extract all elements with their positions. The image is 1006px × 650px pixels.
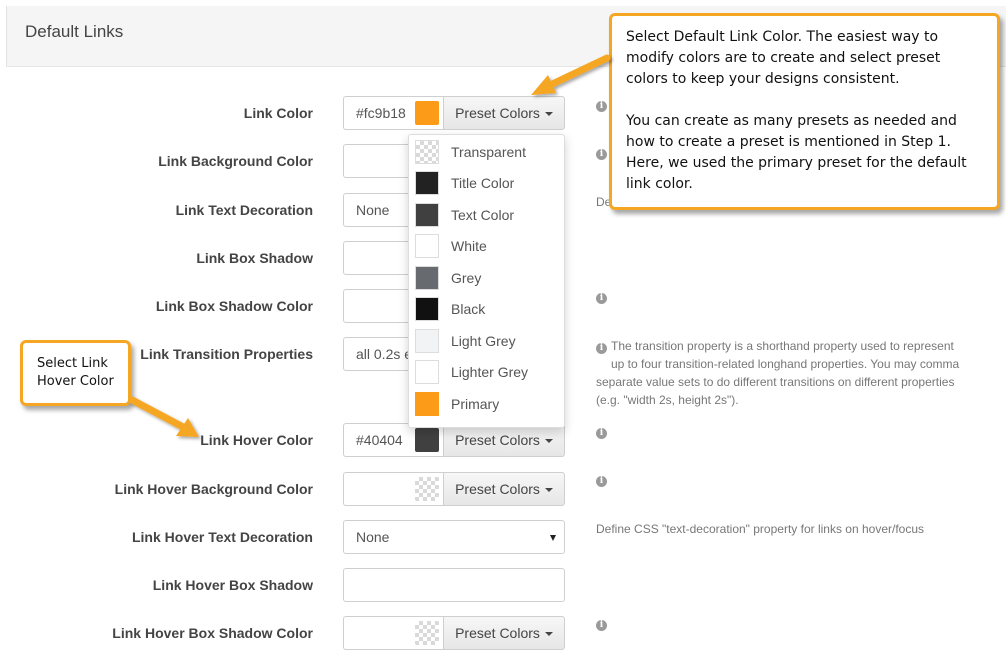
annotation-arrows [128,54,611,437]
arrow-to-link-color [531,54,611,95]
arrow-to-link-hover-color [128,396,199,437]
